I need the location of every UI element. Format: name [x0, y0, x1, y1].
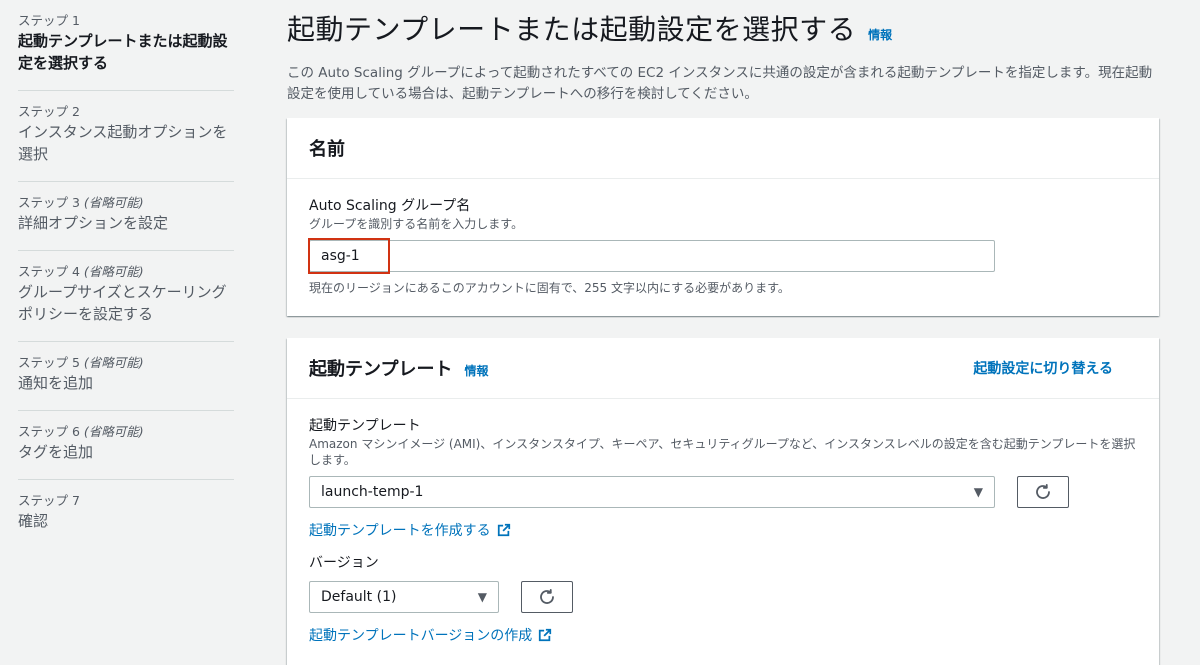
launch-template-label: 起動テンプレート — [309, 418, 421, 434]
step-title: 起動テンプレートまたは起動設定を選択する — [18, 32, 228, 72]
launch-template-select[interactable]: launch-temp-1 ▼ — [309, 476, 995, 508]
step-title: 通知を追加 — [18, 374, 94, 392]
page-header: 起動テンプレートまたは起動設定を選択する 情報 — [287, 0, 1159, 50]
step-optional: (省略可能) — [83, 195, 144, 210]
step-optional: (省略可能) — [83, 355, 144, 370]
asg-name-label: Auto Scaling グループ名 — [309, 198, 471, 214]
step-number: ステップ 2 — [18, 104, 80, 119]
launch-template-description: Amazon マシンイメージ (AMI)、インスタンスタイプ、キーペア、セキュリ… — [309, 437, 1136, 467]
asg-name-description: グループを識別する名前を入力します。 — [309, 217, 524, 231]
highlight-box — [308, 238, 390, 274]
main-content: 起動テンプレートまたは起動設定を選択する 情報 この Auto Scaling … — [287, 0, 1159, 665]
step-title: グループサイズとスケーリングポリシーを設定する — [18, 283, 227, 323]
refresh-templates-button[interactable] — [1017, 476, 1069, 508]
step-title: 確認 — [18, 512, 49, 530]
panel-title: 名前 — [309, 139, 345, 160]
launch-template-panel: 起動テンプレート 情報 起動設定に切り替える 起動テンプレート Amazon マ… — [287, 338, 1159, 665]
wizard-steps-nav: ステップ 1 起動テンプレートまたは起動設定を選択する ステップ 2 インスタン… — [0, 0, 250, 635]
external-link-icon — [497, 523, 511, 537]
page-title: 起動テンプレートまたは起動設定を選択する — [287, 13, 857, 46]
refresh-icon — [540, 588, 554, 604]
step-title: インスタンス起動オプションを選択 — [18, 123, 228, 163]
step-6[interactable]: ステップ 6 (省略可能) タグを追加 — [18, 411, 234, 480]
step-optional: (省略可能) — [83, 424, 144, 439]
refresh-versions-button[interactable] — [521, 581, 573, 613]
panel-header: 起動テンプレート 情報 起動設定に切り替える — [287, 338, 1159, 399]
step-number: ステップ 7 — [18, 493, 80, 508]
step-3[interactable]: ステップ 3 (省略可能) 詳細オプションを設定 — [18, 182, 234, 251]
name-panel: 名前 Auto Scaling グループ名 グループを識別する名前を入力します。… — [287, 118, 1159, 316]
template-info-link[interactable]: 情報 — [464, 362, 488, 379]
step-5[interactable]: ステップ 5 (省略可能) 通知を追加 — [18, 342, 234, 411]
refresh-icon — [1036, 483, 1050, 499]
page-description: この Auto Scaling グループによって起動されたすべての EC2 イン… — [287, 65, 1153, 102]
step-number: ステップ 1 — [18, 13, 80, 28]
step-number: ステップ 4 — [18, 264, 80, 279]
external-link-icon — [538, 628, 552, 642]
asg-name-input[interactable]: asg-1 — [308, 238, 995, 274]
version-selected: Default (1) — [321, 589, 397, 605]
step-2[interactable]: ステップ 2 インスタンス起動オプションを選択 — [18, 91, 234, 182]
step-1[interactable]: ステップ 1 起動テンプレートまたは起動設定を選択する — [18, 0, 234, 91]
launch-template-selected: launch-temp-1 — [321, 484, 424, 500]
version-label: バージョン — [309, 555, 379, 571]
step-title: 詳細オプションを設定 — [18, 214, 169, 232]
panel-title: 起動テンプレート — [309, 359, 453, 380]
step-number: ステップ 3 — [18, 195, 80, 210]
step-7[interactable]: ステップ 7 確認 — [18, 480, 234, 548]
create-launch-template-link[interactable]: 起動テンプレートを作成する — [309, 520, 1137, 540]
page-info-link[interactable]: 情報 — [868, 26, 892, 43]
step-4[interactable]: ステップ 4 (省略可能) グループサイズとスケーリングポリシーを設定する — [18, 251, 234, 342]
asg-name-constraint: 現在のリージョンにあるこのアカウントに固有で、255 文字以内にする必要がありま… — [309, 281, 790, 295]
switch-to-launch-config-link[interactable]: 起動設定に切り替える — [973, 358, 1113, 378]
step-title: タグを追加 — [18, 443, 94, 461]
caret-down-icon: ▼ — [477, 590, 487, 604]
panel-header: 名前 — [287, 118, 1159, 179]
version-select[interactable]: Default (1) ▼ — [309, 581, 499, 613]
step-optional: (省略可能) — [83, 264, 144, 279]
step-number: ステップ 5 — [18, 355, 80, 370]
create-template-version-link[interactable]: 起動テンプレートバージョンの作成 — [309, 625, 1137, 645]
caret-down-icon: ▼ — [973, 485, 983, 499]
step-number: ステップ 6 — [18, 424, 80, 439]
